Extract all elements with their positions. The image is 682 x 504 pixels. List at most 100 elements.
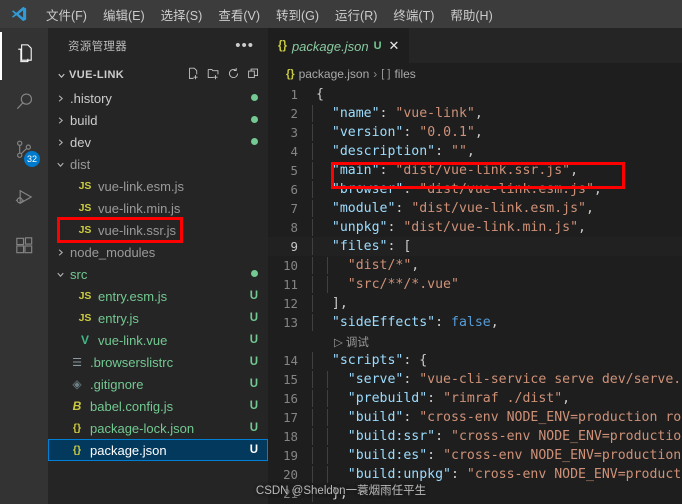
code-line-5[interactable]: 5 "main": "dist/vue-link.ssr.js", [268, 161, 682, 180]
tree-item-vue-link-ssr-js[interactable]: JS vue-link.ssr.js [48, 219, 268, 241]
tree-item-browserslistrc[interactable]: ☰ .browserslistrc U [48, 351, 268, 373]
tree-item-history[interactable]: .history [48, 87, 268, 109]
tree-item-entry-esm-js[interactable]: JS entry.esm.js U [48, 285, 268, 307]
code-token: : [ [387, 239, 412, 254]
code-line-16[interactable]: 16 "prebuild": "rimraf ./dist", [268, 389, 682, 408]
code-token: ], [331, 296, 348, 311]
tree-item-dist[interactable]: dist [48, 153, 268, 175]
breadcrumb-symbol[interactable]: files [394, 67, 415, 81]
code-line-15[interactable]: 15 "serve": "vue-cli-service serve dev/s… [268, 370, 682, 389]
code-token: false [451, 315, 491, 330]
menu-item-run[interactable]: 运行(R) [327, 2, 385, 27]
tree-item-label: node_modules [70, 244, 156, 260]
tree-item-babel-config-js[interactable]: Bbabel.config.js U [48, 395, 268, 417]
tree-item-package-lock-json[interactable]: {} package-lock.json U [48, 417, 268, 439]
vscode-logo-icon [6, 4, 32, 24]
code-line-4[interactable]: 4 "description": "", [268, 142, 682, 161]
activity-item-source-control[interactable]: 32 [0, 128, 48, 176]
tree-item-label: build [70, 112, 98, 128]
new-folder-icon[interactable] [207, 67, 220, 83]
code-line-18[interactable]: 18 "build:ssr": "cross-env NODE_ENV=prod… [268, 427, 682, 446]
code-line-2[interactable]: 2 "name": "vue-link", [268, 104, 682, 123]
menu-item-go[interactable]: 转到(G) [268, 2, 327, 27]
code-line-text: ], [312, 295, 348, 312]
code-line-13[interactable]: 13 "sideEffects": false, [268, 313, 682, 332]
tree-item-package-json[interactable]: {} package.json U [48, 439, 268, 461]
code-line-20[interactable]: 20 "build:unpkg": "cross-env NODE_ENV=pr… [268, 465, 682, 484]
code-line-14[interactable]: 14 "scripts": { [268, 351, 682, 370]
code-line-8[interactable]: 8 "unpkg": "dist/vue-link.min.js", [268, 218, 682, 237]
tree-item-vue-link-vue[interactable]: Vvue-link.vue U [48, 329, 268, 351]
code-token: , [474, 125, 483, 140]
code-line-9[interactable]: 9 "files": [ [268, 237, 682, 256]
indent-guide [312, 238, 313, 255]
codelens-debug[interactable]: ▷ 调试 [268, 332, 682, 351]
new-file-icon[interactable] [187, 67, 200, 83]
menu-item-help[interactable]: 帮助(H) [442, 2, 500, 27]
menu-item-view[interactable]: 查看(V) [210, 2, 268, 27]
code-line-10[interactable]: 10 "dist/*", [268, 256, 682, 275]
tree-item-label: vue-link.min.js [98, 200, 181, 216]
code-token: , [562, 391, 571, 406]
indent-guide [312, 428, 313, 445]
code-line-1[interactable]: 1{ [268, 85, 682, 104]
tree-item-build[interactable]: build [48, 109, 268, 131]
activity-item-run-debug[interactable] [0, 176, 48, 224]
editor-group: {} package.json U ✕ {} package.json › [ … [268, 28, 682, 504]
tree-item-gitignore[interactable]: ◈ .gitignore U [48, 373, 268, 395]
config-icon: ☰ [72, 356, 82, 369]
json-icon: {} [278, 40, 287, 52]
code-line-7[interactable]: 7 "module": "dist/vue-link.esm.js", [268, 199, 682, 218]
ellipsis-icon[interactable]: ••• [235, 38, 254, 53]
code-line-text: "prebuild": "rimraf ./dist", [312, 390, 571, 407]
activity-item-search[interactable] [0, 80, 48, 128]
tree-item-vue-link-min-js[interactable]: JS vue-link.min.js [48, 197, 268, 219]
tree-item-entry-js[interactable]: JS entry.js U [48, 307, 268, 329]
json-icon: {} [72, 422, 82, 434]
code-lines[interactable]: 1{2 "name": "vue-link", 3 "version": "0.0… [268, 85, 682, 504]
tree-item-node-modules[interactable]: node_modules [48, 241, 268, 263]
indent-guide [312, 257, 313, 274]
line-number: 15 [283, 372, 298, 387]
workspace-folder-header[interactable]: VUE-LINK [48, 63, 268, 87]
close-icon[interactable]: ✕ [389, 38, 400, 54]
js-icon: JS [78, 180, 92, 192]
codelens-content[interactable]: ▷ 调试 [312, 334, 369, 350]
vscode-window: 文件(F) 编辑(E) 选择(S) 查看(V) 转到(G) 运行(R) 终端(T… [0, 0, 682, 504]
tab-package-json[interactable]: {} package.json U ✕ [268, 28, 410, 63]
breadcrumb-separator: › [373, 67, 378, 81]
code-line-17[interactable]: 17 "build": "cross-env NODE_ENV=producti… [268, 408, 682, 427]
menu-item-file[interactable]: 文件(F) [38, 2, 95, 27]
tree-item-label: babel.config.js [90, 398, 174, 414]
code-token: : [403, 182, 420, 197]
tree-item-src[interactable]: src [48, 263, 268, 285]
array-symbol-icon: [ ] [381, 68, 391, 80]
code-line-19[interactable]: 19 "build:es": "cross-env NODE_ENV=produ… [268, 446, 682, 465]
code-line-text: "version": "0.0.1", [312, 124, 483, 141]
activity-item-explorer[interactable] [0, 32, 48, 80]
activity-item-extensions[interactable] [0, 224, 48, 272]
code-line-12[interactable]: 12 ], [268, 294, 682, 313]
menu-item-selection[interactable]: 选择(S) [153, 2, 211, 27]
code-line-text: "files": [ [312, 238, 412, 255]
indent-guide [327, 390, 328, 407]
tree-item-label: entry.js [98, 310, 139, 326]
code-line-11[interactable]: 11 "src/**/*.vue" [268, 275, 682, 294]
refresh-icon[interactable] [227, 67, 240, 83]
tree-item-vue-link-esm-js[interactable]: JS vue-link.esm.js [48, 175, 268, 197]
breadcrumb-file[interactable]: package.json [299, 67, 370, 81]
menu-item-edit[interactable]: 编辑(E) [95, 2, 153, 27]
line-number: 5 [290, 163, 298, 178]
collapse-all-icon[interactable] [247, 67, 260, 83]
tree-item-dev[interactable]: dev [48, 131, 268, 153]
menu-item-terminal[interactable]: 终端(T) [385, 2, 442, 27]
code-line-21[interactable]: 21 }, [268, 484, 682, 503]
play-icon: ▷ [334, 336, 343, 349]
code-line-3[interactable]: 3 "version": "0.0.1", [268, 123, 682, 142]
file-tree[interactable]: .history build dev dist JS vue-link.esm.js JS v… [48, 87, 268, 504]
code-token: : [403, 125, 420, 140]
code-line-6[interactable]: 6 "browser": "dist/vue-link.esm.js", [268, 180, 682, 199]
code-editor[interactable]: 1{2 "name": "vue-link", 3 "version": "0.0… [268, 85, 682, 504]
line-number: 6 [290, 182, 298, 197]
code-token: , [578, 220, 586, 235]
